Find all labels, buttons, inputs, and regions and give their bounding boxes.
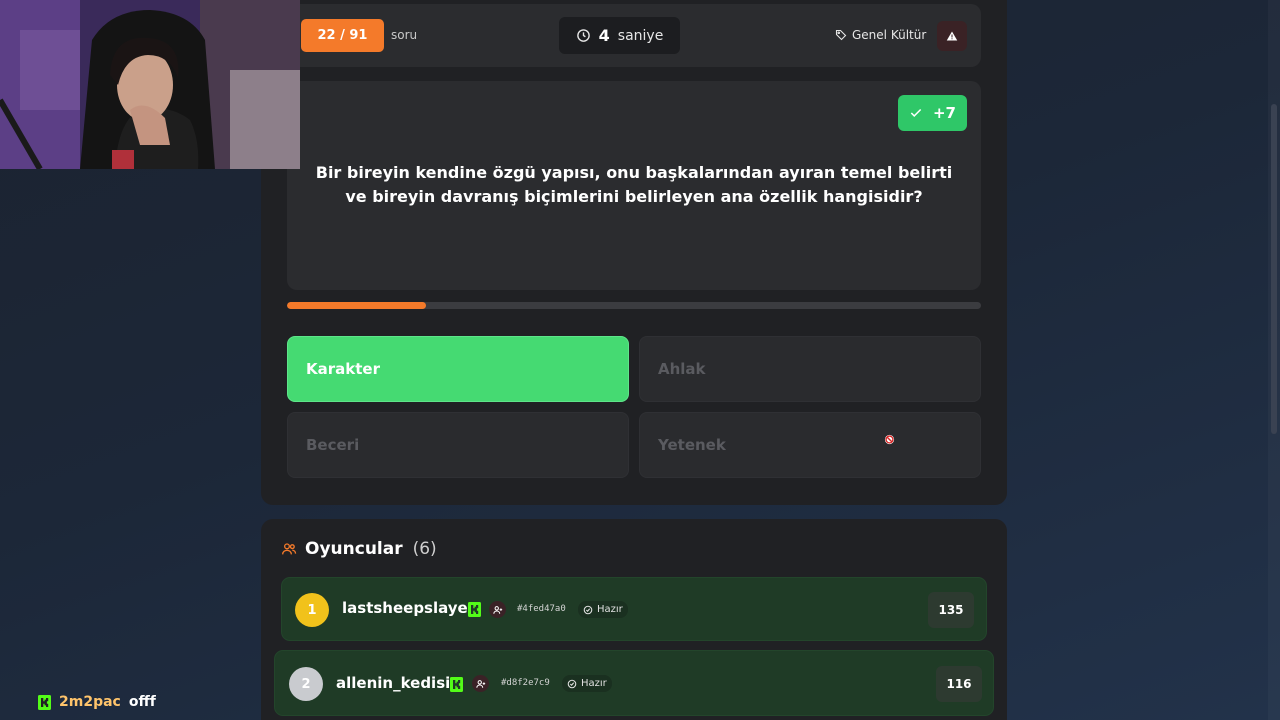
not-allowed-cursor-icon — [884, 434, 895, 445]
webcam-overlay — [0, 0, 300, 169]
kick-icon — [468, 602, 481, 617]
players-count: (6) — [412, 539, 437, 559]
timer-unit: saniye — [617, 27, 664, 44]
player-score: 135 — [928, 592, 974, 628]
ready-label: Hazır — [581, 678, 607, 689]
kick-icon — [38, 694, 51, 710]
category-tag: Genel Kültür — [835, 28, 926, 42]
users-icon — [282, 543, 297, 555]
add-friend-button[interactable] — [489, 601, 506, 618]
clock-icon — [576, 29, 590, 42]
kick-icon — [450, 677, 463, 692]
player-score: 116 — [936, 666, 982, 702]
players-title: Oyuncular — [305, 539, 403, 559]
timer-value: 4 — [598, 26, 610, 45]
answer-option-2[interactable]: Ahlak — [639, 336, 981, 402]
progress-bar — [287, 302, 981, 309]
user-plus-icon — [492, 605, 502, 614]
answer-option-4[interactable]: Yetenek — [639, 412, 981, 478]
player-row[interactable]: 2 allenin_kedisi #d8f2e7c9 Hazır 116 — [274, 650, 994, 716]
page-scrollbar[interactable] — [1268, 0, 1280, 720]
scrollbar-thumb[interactable] — [1271, 104, 1277, 434]
question-counter-badge: 22 / 91 — [301, 19, 384, 52]
chat-username: 2m2pac — [59, 694, 121, 710]
points-badge: +7 — [898, 95, 967, 131]
progress-fill — [287, 302, 426, 309]
question-panel: +7 Bir bireyin kendine özgü yapısı, onu … — [287, 81, 981, 290]
add-friend-button[interactable] — [472, 675, 489, 692]
ready-badge: Hazır — [578, 601, 628, 618]
player-name: lastsheepslayer — [342, 599, 476, 617]
check-circle-icon — [567, 679, 577, 688]
player-id: #4fed47a0 — [517, 604, 566, 614]
tag-icon — [835, 29, 847, 41]
rank-badge: 1 — [295, 593, 329, 627]
chat-text: offf — [128, 694, 156, 710]
category-label: Genel Kültür — [852, 28, 927, 42]
streamer-webcam-image — [0, 0, 300, 169]
ready-label: Hazır — [597, 604, 623, 615]
points-value: +7 — [932, 104, 956, 122]
players-heading: Oyuncular (6) — [281, 539, 437, 559]
question-counter-label: soru — [391, 28, 418, 42]
answer-option-3[interactable]: Beceri — [287, 412, 629, 478]
timer: 4 saniye — [559, 17, 680, 54]
player-id: #d8f2e7c9 — [501, 678, 550, 688]
check-circle-icon — [583, 605, 593, 614]
player-name: allenin_kedisi — [336, 674, 451, 692]
question-text: Bir bireyin kendine özgü yapısı, onu baş… — [315, 163, 953, 206]
user-plus-icon — [475, 679, 485, 688]
ready-badge: Hazır — [562, 675, 612, 692]
warning-icon — [946, 31, 958, 41]
answer-option-1[interactable]: Karakter — [287, 336, 629, 402]
quiz-topbar: 22 / 91 soru 4 saniye Genel Kültür — [287, 4, 981, 67]
check-icon — [910, 108, 922, 117]
player-row[interactable]: 1 lastsheepslayer #4fed47a0 Hazır 135 — [281, 577, 987, 641]
report-button[interactable] — [937, 21, 967, 51]
chat-message: 2m2pac offf — [38, 694, 156, 710]
rank-badge: 2 — [289, 667, 323, 701]
